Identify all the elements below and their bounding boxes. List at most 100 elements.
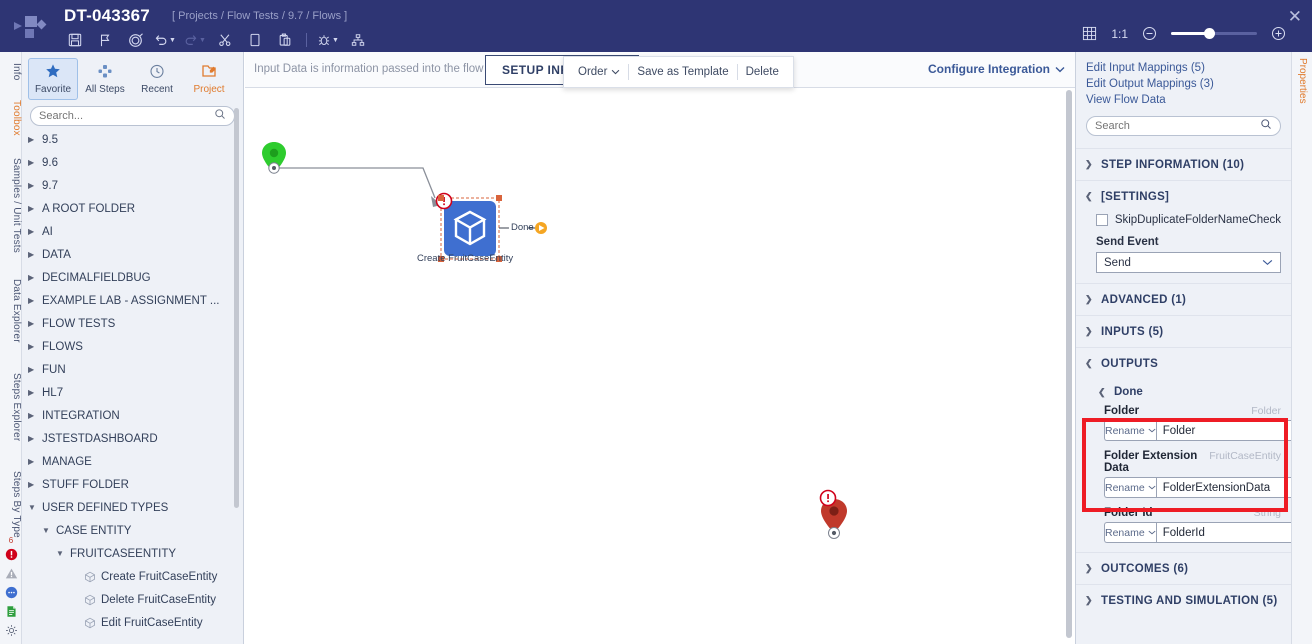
document-icon[interactable] [0,602,22,621]
configure-integration-button[interactable]: Configure Integration [928,62,1065,76]
redo-dropdown-caret[interactable]: ▼ [199,37,206,44]
tree-folder-item[interactable]: ▶ FUN [22,358,244,381]
search-icon[interactable] [214,107,226,125]
output-folder-extension-data-input[interactable] [1155,477,1291,498]
copy-icon[interactable] [240,29,270,51]
save-icon[interactable] [60,29,90,51]
tree-expand-triangle[interactable]: ▶ [28,319,42,328]
section-outcomes[interactable]: ❯ OUTCOMES (6) [1076,552,1291,584]
toolbox-mode-project[interactable]: Project [184,58,234,100]
error-icon[interactable] [0,545,22,564]
rail-tab-data-explorer[interactable]: Data Explorer [0,268,22,354]
tree-folder-item[interactable]: ▼ CASE ENTITY [22,519,244,542]
context-menu-save-as-template[interactable]: Save as Template [629,66,736,78]
view-flow-data-link[interactable]: View Flow Data [1086,92,1291,108]
cut-icon[interactable] [210,29,240,51]
toolbox-mode-recent[interactable]: Recent [132,58,182,100]
tree-collapse-triangle[interactable]: ▼ [56,549,70,558]
tree-expand-triangle[interactable]: ▶ [28,227,42,236]
toolbox-mode-all-steps[interactable]: All Steps [80,58,130,100]
send-event-select[interactable]: Send [1096,252,1281,273]
section-outputs[interactable]: ❮ OUTPUTS [1076,347,1291,379]
output-folder-id-input[interactable] [1155,522,1291,543]
tree-folder-item[interactable]: ▶ AI [22,220,244,243]
section-settings[interactable]: ❮ [SETTINGS] [1076,180,1291,212]
close-icon[interactable]: ✕ [1288,8,1302,25]
canvas-scrollbar[interactable] [1066,90,1072,638]
tree-folder-item[interactable]: ▶ FLOW TESTS [22,312,244,335]
toolbox-search[interactable] [30,106,235,126]
tree-folder-item[interactable]: ▶ DATA [22,243,244,266]
tree-leaf-item[interactable]: Delete FruitCaseEntity [22,588,244,611]
tree-leaf-item[interactable]: Create FruitCaseEntity [22,565,244,588]
tree-expand-triangle[interactable]: ▶ [28,204,42,213]
tree-folder-item[interactable]: ▶ JSTESTDASHBOARD [22,427,244,450]
tree-collapse-triangle[interactable]: ▼ [42,526,56,535]
tree-expand-triangle[interactable]: ▶ [28,135,42,144]
tree-folder-item[interactable]: ▶ HL7 [22,381,244,404]
toolbox-search-input[interactable] [39,110,214,122]
tree-folder-item[interactable]: ▶ 9.7 [22,174,244,197]
tree-expand-triangle[interactable]: ▶ [28,273,42,282]
undo-dropdown-caret[interactable]: ▼ [169,37,176,44]
search-icon[interactable] [1260,117,1272,135]
properties-tab[interactable]: Properties [1297,58,1308,104]
tree-folder-item[interactable]: ▶ A ROOT FOLDER [22,197,244,220]
tree-expand-triangle[interactable]: ▶ [28,342,42,351]
output-folder-input[interactable] [1155,420,1291,441]
redo-icon[interactable]: ▼ [180,29,210,51]
rail-tab-steps-by-type[interactable]: Steps By Type [0,460,22,548]
rail-tab-toolbox[interactable]: Toolbox [0,94,22,142]
edit-output-mappings-link[interactable]: Edit Output Mappings (3) [1086,76,1291,92]
section-advanced[interactable]: ❯ ADVANCED (1) [1076,283,1291,315]
rail-tab-info[interactable]: Info [0,56,22,88]
settings-gear-icon[interactable] [0,621,22,640]
tree-folder-item[interactable]: ▶ INTEGRATION [22,404,244,427]
flow-canvas[interactable]: Create FruitCaseEntity Done [245,88,1075,644]
selection-handle[interactable] [438,195,444,201]
paste-icon[interactable] [270,29,300,51]
grid-icon[interactable] [1082,26,1097,41]
tree-folder-item[interactable]: ▼ USER DEFINED TYPES [22,496,244,519]
tree-expand-triangle[interactable]: ▶ [28,411,42,420]
output-folder-id-rename-button[interactable]: Rename [1104,522,1156,543]
tree-expand-triangle[interactable]: ▶ [28,388,42,397]
context-menu-order[interactable]: Order [570,66,628,78]
tree-collapse-triangle[interactable]: ▼ [28,503,42,512]
tree-expand-triangle[interactable]: ▶ [28,365,42,374]
tree-folder-item[interactable]: ▶ FLOWS [22,335,244,358]
toolbox-scrollbar[interactable] [234,108,239,508]
section-step-information[interactable]: ❯ STEP INFORMATION (10) [1076,148,1291,180]
flag-icon[interactable] [90,29,120,51]
skip-duplicate-folder-name-check-checkbox[interactable] [1096,214,1108,226]
comment-icon[interactable] [0,583,22,602]
tree-expand-triangle[interactable]: ▶ [28,250,42,259]
zoom-slider-knob[interactable] [1203,28,1215,39]
zoom-in-icon[interactable] [1271,26,1286,41]
toolbox-tree[interactable]: ▶ 9.5 ▶ 9.6 ▶ 9.7 ▶ A ROOT FOLDER ▶ AI ▶ DATA ▶ DECIM… [22,128,244,644]
tree-folder-item[interactable]: ▶ DECIMALFIELDBUG [22,266,244,289]
edit-input-mappings-link[interactable]: Edit Input Mappings (5) [1086,60,1291,76]
rail-tab-samples-unit-tests[interactable]: Samples / Unit Tests [0,150,22,260]
sitemap-icon[interactable] [343,29,373,51]
zoom-out-icon[interactable] [1142,26,1157,41]
skip-duplicate-folder-name-check-row[interactable]: SkipDuplicateFolderNameCheck [1096,214,1281,226]
tree-folder-item[interactable]: ▶ EXAMPLE LAB - ASSIGNMENT ... [22,289,244,312]
tree-leaf-item[interactable]: Edit FruitCaseEntity [22,611,244,634]
zoom-slider[interactable] [1171,28,1257,39]
tree-folder-item[interactable]: ▶ MANAGE [22,450,244,473]
context-menu-delete[interactable]: Delete [738,66,787,78]
toolbox-mode-favorite[interactable]: Favorite [28,58,78,100]
warning-icon[interactable] [0,564,22,583]
output-folder-rename-button[interactable]: Rename [1104,420,1156,441]
tree-expand-triangle[interactable]: ▶ [28,434,42,443]
tree-expand-triangle[interactable]: ▶ [28,457,42,466]
tree-folder-item[interactable]: ▶ STUFF FOLDER [22,473,244,496]
outputs-group-done[interactable]: ❮ Done [1076,379,1291,405]
rail-tab-steps-explorer[interactable]: Steps Explorer [0,362,22,452]
tree-folder-item[interactable]: ▶ 9.6 [22,151,244,174]
target-icon[interactable] [120,29,150,51]
tree-expand-triangle[interactable]: ▶ [28,158,42,167]
section-testing-and-simulation[interactable]: ❯ TESTING AND SIMULATION (5) [1076,584,1291,616]
properties-search-input[interactable] [1095,120,1260,132]
